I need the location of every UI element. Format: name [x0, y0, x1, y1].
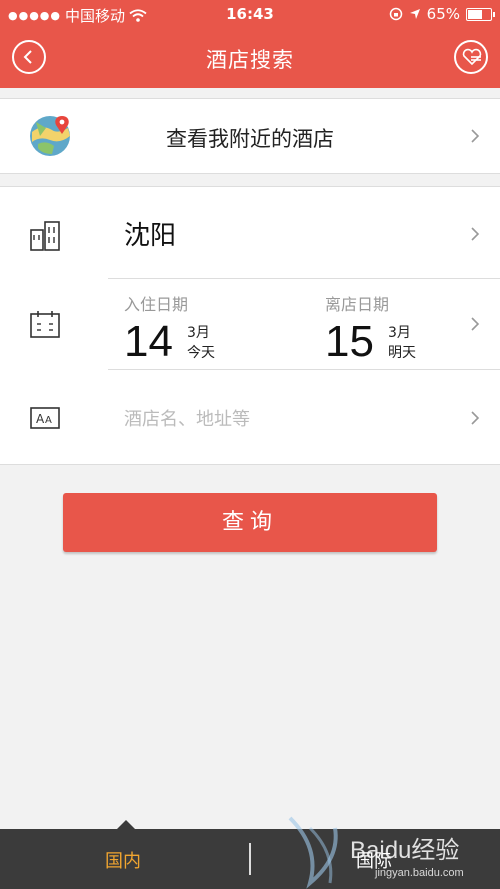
- check-out-day: 15: [325, 317, 374, 366]
- search-button[interactable]: 查询: [63, 493, 437, 552]
- nearby-hotels-row[interactable]: 查看我附近的酒店: [0, 98, 500, 174]
- svg-text:A: A: [45, 415, 52, 426]
- check-in-relative: 今天: [186, 345, 215, 361]
- tab-domestic[interactable]: 国内: [105, 847, 141, 873]
- keyword-row[interactable]: A A 酒店名、地址等: [0, 370, 500, 463]
- check-out-date[interactable]: 离店日期 15 3月 明天: [325, 291, 416, 366]
- chevron-right-icon: [471, 317, 480, 331]
- heart-list-icon: [462, 48, 482, 66]
- rotation-lock-icon: [389, 7, 402, 21]
- check-out-relative: 明天: [387, 345, 416, 361]
- calendar-icon: [30, 311, 60, 338]
- check-out-month: 3月: [387, 325, 411, 341]
- chevron-right-icon: [471, 129, 480, 143]
- status-right: 65%: [389, 5, 495, 23]
- nearby-label: 查看我附近的酒店: [166, 127, 334, 151]
- chevron-right-icon: [471, 411, 480, 425]
- location-arrow-icon: [409, 9, 420, 19]
- check-out-label: 离店日期: [325, 295, 390, 314]
- check-in-label: 入住日期: [124, 295, 189, 314]
- keyword-input[interactable]: 酒店名、地址等: [124, 405, 250, 431]
- check-out-value: 15 3月 明天: [325, 317, 416, 366]
- header: ●●●●● 中国移动 16:43 65% 酒店搜索: [0, 0, 500, 88]
- date-row[interactable]: 入住日期 14 3月 今天 离店日期 15 3月 明天: [0, 279, 500, 369]
- status-bar: ●●●●● 中国移动 16:43 65%: [0, 0, 500, 28]
- battery-percent: 65%: [426, 5, 460, 23]
- favorites-button[interactable]: [454, 40, 488, 74]
- check-in-month: 3月: [186, 325, 210, 341]
- text-font-icon: A A: [30, 407, 60, 429]
- active-tab-indicator: [117, 820, 135, 829]
- page-title: 酒店搜索: [206, 48, 294, 72]
- city-value: 沈阳: [124, 221, 177, 251]
- check-in-day: 14: [124, 317, 173, 366]
- check-in-date[interactable]: 入住日期 14 3月 今天: [124, 291, 215, 366]
- search-form: 沈阳 入住日期 14 3月 今天 离店日期 15 3月 明天 A A 酒店名、地…: [0, 186, 500, 465]
- tab-international[interactable]: 国际: [356, 847, 392, 873]
- building-icon: [30, 221, 60, 251]
- svg-text:A: A: [36, 412, 45, 426]
- city-row[interactable]: 沈阳: [0, 187, 500, 278]
- nav-bar: 酒店搜索: [0, 28, 500, 88]
- check-out-sub: 3月 明天: [388, 323, 416, 363]
- chevron-right-icon: [471, 227, 480, 241]
- check-in-value: 14 3月 今天: [124, 317, 215, 366]
- tab-divider: [249, 843, 251, 875]
- check-in-sub: 3月 今天: [187, 323, 215, 363]
- bottom-tab-bar: 国内 国际: [0, 820, 500, 889]
- battery-icon: [466, 7, 495, 21]
